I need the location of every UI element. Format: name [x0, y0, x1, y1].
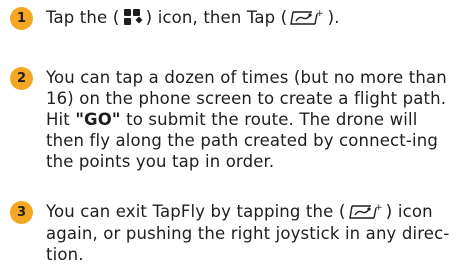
step-text: You can tap a dozen of times (but no mor…: [46, 67, 450, 172]
step-text: You can exit TapFly by tapping the ( + )…: [46, 202, 450, 264]
step-number-badge: 1: [10, 7, 33, 30]
svg-text:+: +: [316, 9, 324, 19]
tapfly-icon: +: [348, 202, 383, 221]
svg-text:+: +: [375, 203, 383, 213]
apps-grid-icon: [123, 8, 143, 27]
tapfly-icon: +: [290, 8, 324, 27]
step-number-badge: 3: [10, 201, 33, 224]
step-text-part: icon, then Tap: [157, 8, 276, 27]
step-text: Tap the ( ) icon, then Tap ( + ).: [46, 8, 340, 28]
step-number-badge: 2: [10, 67, 33, 90]
go-label: "GO": [75, 110, 121, 129]
step-text-part: Tap the: [46, 8, 108, 27]
step-text-part: You can exit TapFly by tapping the: [46, 202, 334, 221]
step-text-part: .: [334, 8, 340, 27]
